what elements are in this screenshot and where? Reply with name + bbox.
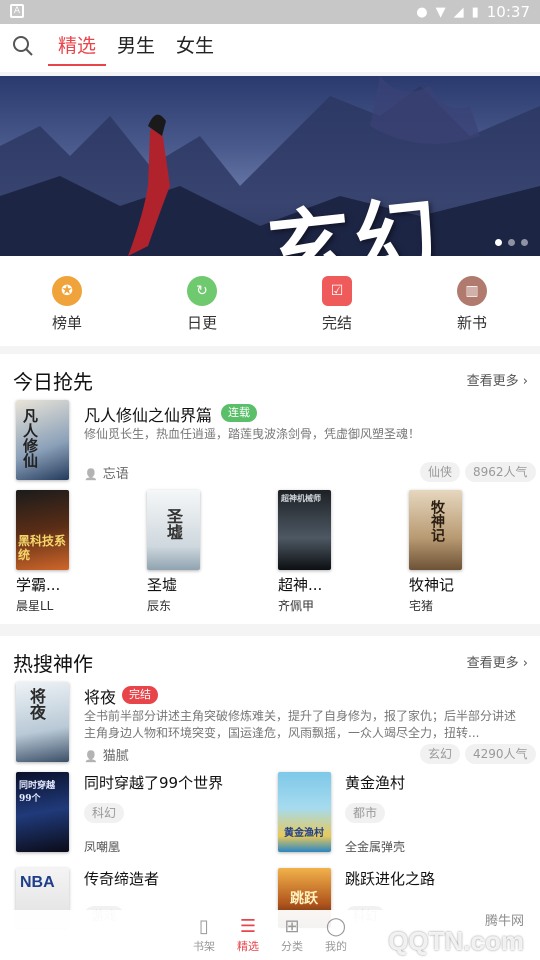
tab-male[interactable]: 男生: [117, 33, 155, 72]
book-title[interactable]: 传奇缔造者: [84, 868, 159, 889]
daily-update-label: 日更: [186, 314, 217, 332]
watermark-text: QQTN.com: [388, 926, 524, 956]
wifi-icon: ▼: [435, 4, 446, 20]
book-cover[interactable]: 超神机械师: [278, 490, 331, 570]
tab-category[interactable]: ⊞ 分类: [272, 916, 312, 954]
cover-text: 跳跃: [290, 891, 318, 907]
book-description: 修仙觅长生，热血任逍遥，踏莲曳波涤剑骨，凭虚御风塑圣魂！: [84, 427, 421, 441]
popularity-tag: 4290人气: [465, 744, 536, 764]
book-cover[interactable]: 凡人修仙: [16, 400, 69, 480]
cover-text: 黑科技系统: [18, 534, 67, 562]
new-books-label: 新书: [456, 314, 487, 332]
book-cover[interactable]: 将夜: [16, 682, 69, 762]
cover-text: 凡人修仙: [21, 408, 39, 468]
popularity-tag: 8962人气: [465, 462, 536, 482]
quick-entries: ✪ 榜单 ↻ 日更 ☑ 完结 ▥ 新书: [0, 256, 540, 346]
finished-entry[interactable]: ☑ 完结: [297, 276, 377, 333]
status-time: 10:37: [486, 3, 530, 21]
book-title[interactable]: 跳跃进化之路: [345, 868, 435, 889]
book-author: 忘语: [84, 463, 129, 482]
ranking-label: 榜单: [51, 314, 82, 332]
genre-tag: 玄幻: [420, 744, 461, 764]
cover-text: 牧神记: [429, 500, 445, 542]
view-more-label: 查看更多: [466, 374, 519, 389]
status-icons: ● ▼ ◢ ▮ 10:37: [416, 3, 530, 21]
tab-featured[interactable]: 精选: [47, 33, 107, 72]
view-more-label: 查看更多: [466, 656, 519, 671]
chevron-right-icon: ›: [522, 374, 528, 389]
book-icon: ▯: [199, 916, 209, 937]
book-title[interactable]: 凡人修仙之仙界篇: [84, 402, 212, 426]
today-section: 今日抢先 查看更多 › 凡人修仙 凡人修仙之仙界篇 连载 修仙觅长生，热血任逍遥…: [0, 354, 540, 624]
signal-icon: ◢: [453, 4, 464, 20]
grid-icon: ⊞: [284, 916, 300, 937]
finished-label: 完结: [321, 314, 352, 332]
cover-text: 同时穿越99个: [19, 781, 56, 804]
status-bar: A ● ▼ ◢ ▮ 10:37: [0, 0, 540, 24]
book-author: 宅猪: [409, 599, 434, 613]
book-cover[interactable]: 圣墟: [147, 490, 200, 570]
book-title[interactable]: 同时穿越了99个世界: [84, 772, 223, 793]
book-author: 全金属弹壳: [345, 840, 406, 854]
carousel-indicator: [495, 239, 528, 246]
books-icon: ▥: [457, 276, 487, 306]
notification-icon: A: [10, 4, 24, 18]
book-author: 凤嘲凰: [84, 840, 121, 854]
cover-text: 黄金渔村: [284, 828, 324, 839]
cover-text: 圣墟: [164, 508, 183, 540]
refresh-icon: ↻: [187, 276, 217, 306]
book-title[interactable]: 黄金渔村: [345, 772, 405, 793]
site-watermark: 腾牛网 QQTN.com: [330, 900, 530, 956]
carousel-dot: [495, 239, 502, 246]
book-author: 猫腻: [84, 745, 129, 764]
book-author: 辰东: [147, 599, 172, 613]
section-title: 今日抢先: [13, 370, 93, 394]
tab-bookshelf-label: 书架: [193, 940, 215, 953]
genre-tag: 科幻: [84, 803, 125, 823]
tab-bookshelf[interactable]: ▯ 书架: [184, 916, 224, 954]
section-title: 热搜神作: [13, 652, 93, 676]
medal-icon: ✪: [52, 276, 82, 306]
book-cover[interactable]: 同时穿越99个: [16, 772, 69, 852]
book-description: 全书前半部分讲述主角突破修炼难关，提升了自身修为，报了家仇；后半部分讲述主角身边…: [84, 709, 517, 740]
checklist-icon: ☑: [322, 276, 352, 306]
banner-carousel[interactable]: 玄幻: [0, 76, 540, 256]
view-more-link[interactable]: 查看更多 ›: [467, 370, 528, 389]
carousel-dot: [508, 239, 515, 246]
search-icon[interactable]: [12, 35, 34, 57]
book-title[interactable]: 将夜: [84, 684, 116, 708]
battery-icon: ▮: [471, 4, 479, 20]
list-icon: ☰: [239, 916, 257, 937]
carousel-dot: [521, 239, 528, 246]
view-more-link[interactable]: 查看更多 ›: [467, 652, 528, 671]
tab-featured-bottom[interactable]: ☰ 精选: [228, 916, 268, 954]
book-title[interactable]: 超神...: [278, 574, 322, 595]
tab-female[interactable]: 女生: [176, 33, 214, 72]
book-title[interactable]: 圣墟: [147, 574, 177, 595]
book-title[interactable]: 学霸...: [16, 574, 60, 595]
ranking-entry[interactable]: ✪ 榜单: [27, 276, 107, 333]
book-cover[interactable]: 牧神记: [409, 490, 462, 570]
finished-badge: 完结: [122, 686, 158, 704]
location-icon: ●: [416, 4, 428, 20]
cover-text: NBA: [20, 874, 55, 891]
new-books-entry[interactable]: ▥ 新书: [432, 276, 512, 333]
daily-update-entry[interactable]: ↻ 日更: [162, 276, 242, 333]
book-title[interactable]: 牧神记: [409, 574, 454, 595]
serial-badge: 连载: [221, 404, 257, 422]
cover-text: 将夜: [27, 688, 46, 720]
genre-tag: 仙侠: [420, 462, 461, 482]
book-author: 齐佩甲: [278, 599, 315, 613]
book-cover[interactable]: 黑科技系统: [16, 490, 69, 570]
cover-text: 超神机械师: [281, 493, 321, 503]
tab-category-label: 分类: [281, 940, 303, 953]
top-navigation: 精选 男生 女生: [0, 24, 540, 72]
genre-tag: 都市: [345, 803, 386, 823]
chevron-right-icon: ›: [522, 656, 528, 671]
tab-featured-label: 精选: [237, 940, 259, 953]
book-cover[interactable]: 黄金渔村: [278, 772, 331, 852]
book-author: 晨星LL: [16, 599, 54, 613]
